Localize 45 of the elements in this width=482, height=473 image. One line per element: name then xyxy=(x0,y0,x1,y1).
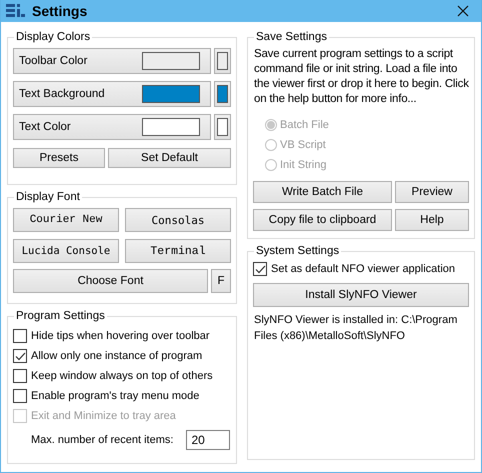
color-button[interactable]: Toolbar Color xyxy=(13,48,211,74)
button[interactable]: Help xyxy=(395,209,469,231)
checkbox-label: Enable program's tray menu mode xyxy=(31,390,200,402)
button[interactable]: Copy file to clipboard xyxy=(253,209,392,231)
checkbox[interactable] xyxy=(13,349,27,363)
button[interactable]: Write Batch File xyxy=(253,181,392,203)
color-button[interactable]: Text Color xyxy=(13,114,211,140)
color-picker-button[interactable] xyxy=(214,81,231,107)
font-button[interactable]: F xyxy=(211,269,231,293)
checkbox[interactable] xyxy=(13,389,27,403)
radio-label: VB Script xyxy=(280,139,326,151)
choose-font-button[interactable]: Choose Font xyxy=(13,269,208,293)
radio-label: Init String xyxy=(280,159,326,171)
close-icon[interactable] xyxy=(457,5,469,17)
checkbox-label: Keep window always on top of others xyxy=(31,370,213,382)
window-title: Settings xyxy=(32,3,88,19)
checkbox-label: Hide tips when hovering over toolbar xyxy=(31,330,210,342)
font-button[interactable]: Lucida Console xyxy=(13,239,119,263)
checkbox[interactable] xyxy=(13,369,27,383)
button[interactable]: Presets xyxy=(13,148,105,168)
radio-label: Batch File xyxy=(280,119,329,131)
description-text: Save current program settings to a script command file or init string. Load a file into the viewer first or drop it here to begin. Click on the help button for more info... xyxy=(254,47,469,107)
color-picker-button[interactable] xyxy=(214,114,231,140)
color-picker-button[interactable] xyxy=(214,48,231,74)
checkbox-label: Set as default NFO viewer application xyxy=(271,263,456,275)
install-button[interactable]: Install SlyNFO Viewer xyxy=(253,283,469,307)
group-title: Display Font xyxy=(15,191,81,203)
button[interactable]: Set Default xyxy=(108,148,231,168)
app-icon xyxy=(6,4,26,18)
color-button[interactable]: Text Background xyxy=(13,81,211,107)
group-title: Display Colors xyxy=(15,31,92,43)
group-title: Program Settings xyxy=(15,310,106,322)
checkbox-label: Exit and Minimize to tray area xyxy=(31,410,176,422)
font-button[interactable]: Terminal xyxy=(125,239,231,263)
checkbox-label: Allow only one instance of program xyxy=(31,350,202,362)
recent-items-label: Max. number of recent items: xyxy=(31,434,174,446)
recent-items-field[interactable]: 20 xyxy=(186,430,230,450)
font-button[interactable]: Courier New xyxy=(13,208,119,232)
group-title: Save Settings xyxy=(255,31,328,43)
checkbox[interactable] xyxy=(253,262,267,276)
checkbox[interactable] xyxy=(13,329,27,343)
install-status-text: SlyNFO Viewer is installed in: C:\Program Files (x86)\MetalloSoft\SlyNFO xyxy=(254,313,458,344)
font-button[interactable]: Consolas xyxy=(125,208,231,232)
button[interactable]: Preview xyxy=(395,181,469,203)
group-title: System Settings xyxy=(255,245,340,257)
